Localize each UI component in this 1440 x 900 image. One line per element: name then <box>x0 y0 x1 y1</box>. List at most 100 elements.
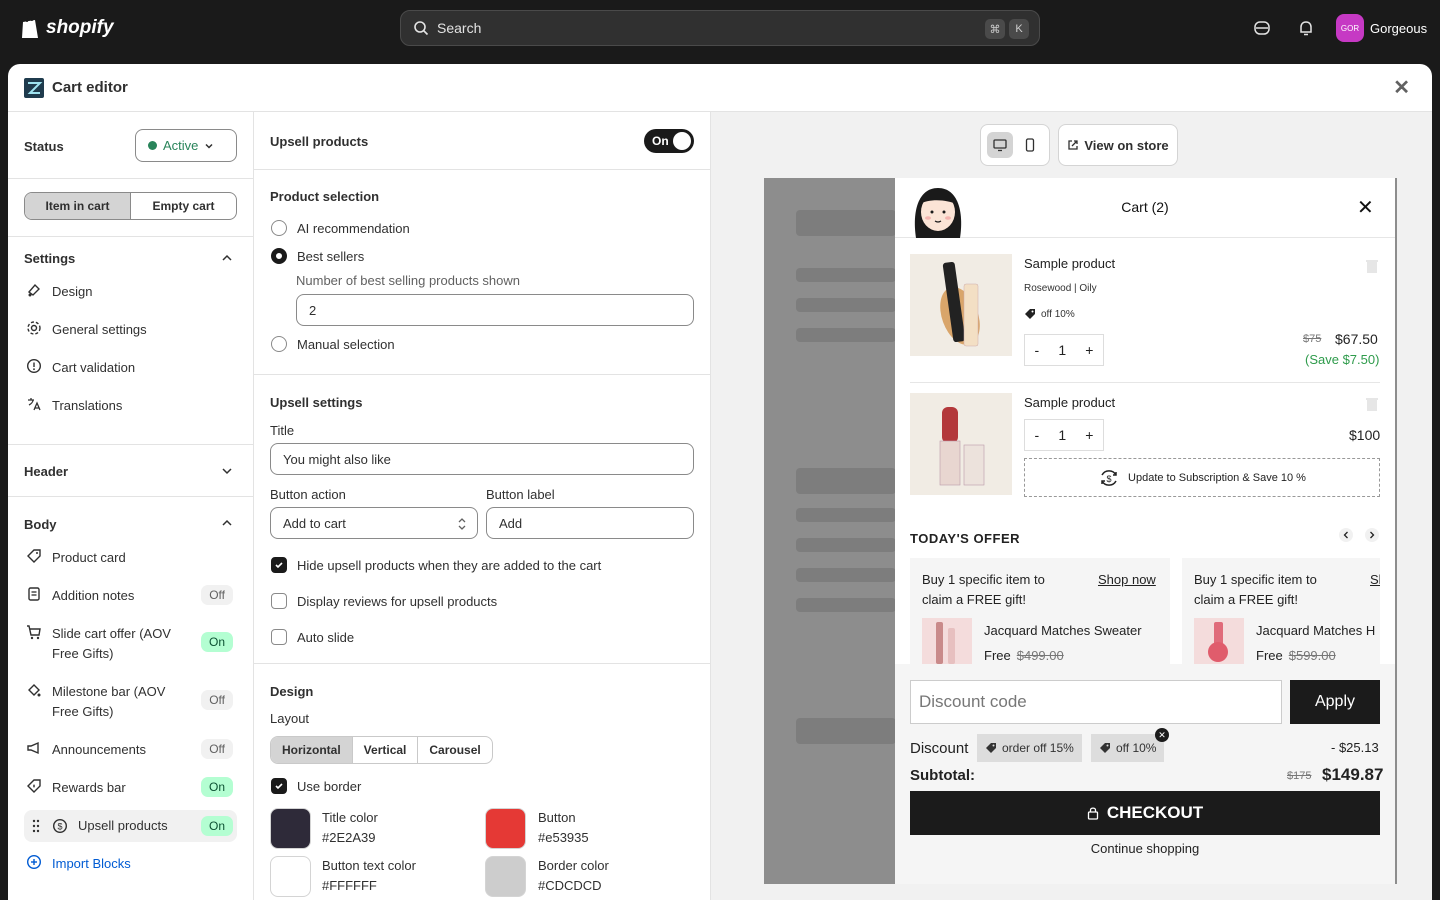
button-label-label: Button label <box>486 487 555 502</box>
button-label-input[interactable]: Add <box>486 507 694 539</box>
increase-button[interactable]: + <box>1085 342 1093 358</box>
sidekick-icon[interactable] <box>1252 18 1272 38</box>
continue-shopping-link[interactable]: Continue shopping <box>895 841 1395 856</box>
layout-options: Horizontal Vertical Carousel <box>270 736 493 764</box>
shopify-bag-icon <box>22 17 38 38</box>
svg-text:$: $ <box>1107 474 1112 484</box>
nav-addition-notes[interactable]: Addition notes Off <box>24 584 237 606</box>
old-price: $75 <box>1303 333 1322 345</box>
decrease-button[interactable]: - <box>1035 427 1040 443</box>
radio-ai-recommendation[interactable]: AI recommendation <box>271 220 410 236</box>
button-action-select[interactable]: Add to cart <box>270 507 478 539</box>
cart-title: Cart (2) <box>1121 199 1169 215</box>
search-placeholder: Search <box>437 20 482 36</box>
left-sidebar: Status Active Item in cart Empty cart Se… <box>8 112 254 900</box>
nav-translations[interactable]: Translations <box>24 394 237 416</box>
checkbox-use-border[interactable]: Use border <box>271 778 361 794</box>
close-icon[interactable]: ✕ <box>1393 78 1410 98</box>
savings-text: (Save $7.50) <box>1305 352 1380 367</box>
chevron-right-icon[interactable] <box>1365 528 1379 545</box>
drag-handle-icon[interactable] <box>30 816 42 836</box>
chevron-up-icon[interactable] <box>221 252 233 264</box>
chevron-down-icon <box>205 143 213 149</box>
nav-upsell-products[interactable]: $ Upsell products On <box>24 810 237 842</box>
offer-product-image <box>1194 618 1244 668</box>
status-badge: Off <box>201 690 233 710</box>
offer-price: Free $599.00 <box>1256 648 1336 663</box>
product-image[interactable] <box>910 254 1012 356</box>
nav-announcements[interactable]: Announcements Off <box>24 738 237 760</box>
status-badge: Off <box>201 739 233 759</box>
subscription-upgrade-button[interactable]: $ Update to Subscription & Save 10 % <box>1024 458 1380 497</box>
upsell-toggle[interactable]: On <box>644 129 694 153</box>
title-color-label: Title color #2E2A39 <box>322 810 378 845</box>
checkbox-hide-upsell[interactable]: Hide upsell products when they are added… <box>271 557 601 573</box>
cart-drawer: Cart (2) ✕ Sample product Rosewood | Oil… <box>895 178 1395 884</box>
nav-general-settings[interactable]: General settings <box>24 318 237 340</box>
nav-slide-cart-offer[interactable]: Slide cart offer (AOV Free Gifts) On <box>24 622 237 664</box>
product-image[interactable] <box>910 393 1012 495</box>
title-input[interactable]: You might also like <box>270 443 694 475</box>
product-price: $100 <box>1349 427 1381 443</box>
plus-circle-icon <box>24 852 44 872</box>
num-best-sellers-input[interactable]: 2 <box>296 294 694 326</box>
status-select[interactable]: Active <box>135 129 237 162</box>
discount-amount: - $25.13 <box>1331 740 1379 755</box>
increase-button[interactable]: + <box>1085 427 1093 443</box>
tab-empty-cart[interactable]: Empty cart <box>131 193 236 219</box>
external-link-icon <box>1068 140 1078 150</box>
title-color-swatch[interactable] <box>270 808 311 849</box>
nav-design[interactable]: Design <box>24 280 237 302</box>
bell-icon[interactable] <box>1296 18 1316 38</box>
remove-discount-icon[interactable]: ✕ <box>1155 728 1169 742</box>
chevron-up-icon[interactable] <box>221 517 233 529</box>
quantity-value: 1 <box>1058 342 1067 358</box>
nav-cart-validation[interactable]: Cart validation <box>24 356 237 378</box>
header-section-title[interactable]: Header <box>24 464 68 479</box>
num-best-sellers-label: Number of best selling products shown <box>296 273 521 288</box>
layout-carousel[interactable]: Carousel <box>418 737 491 763</box>
product-name[interactable]: Sample product <box>1024 395 1115 410</box>
view-on-store-button[interactable]: View on store <box>1058 124 1178 166</box>
tab-item-in-cart[interactable]: Item in cart <box>25 193 131 219</box>
nav-rewards-bar[interactable]: Rewards bar On <box>24 776 237 798</box>
product-name[interactable]: Sample product <box>1024 256 1115 271</box>
discount-tag: order off 15% <box>977 734 1082 762</box>
checkbox-display-reviews[interactable]: Display reviews for upsell products <box>271 593 497 609</box>
checkbox-auto-slide[interactable]: Auto slide <box>271 629 354 645</box>
mobile-icon[interactable] <box>1017 132 1043 158</box>
kbd-cmd: ⌘ <box>985 19 1005 39</box>
quantity-stepper[interactable]: - 1 + <box>1024 334 1104 366</box>
search-bar[interactable]: Search ⌘ K <box>400 10 1040 46</box>
radio-manual-selection[interactable]: Manual selection <box>271 336 395 352</box>
dollar-circle-icon: $ <box>50 816 70 836</box>
shopify-logo[interactable]: shopify <box>20 16 114 40</box>
decrease-button[interactable]: - <box>1035 342 1040 358</box>
radio-best-sellers[interactable]: Best sellers <box>271 248 364 264</box>
button-text-color-swatch[interactable] <box>270 856 311 897</box>
design-section-title: Design <box>270 684 314 699</box>
trash-icon[interactable] <box>1365 396 1379 412</box>
settings-section-title[interactable]: Settings <box>24 251 75 266</box>
discount-code-input[interactable]: Discount code <box>910 680 1282 724</box>
chevron-down-icon[interactable] <box>221 465 233 477</box>
border-color-swatch[interactable] <box>485 856 526 897</box>
layout-vertical[interactable]: Vertical <box>353 737 419 763</box>
store-menu[interactable]: GOR Gorgeous <box>1336 14 1427 42</box>
shop-now-link[interactable]: Shop now <box>1098 572 1156 587</box>
layout-horizontal[interactable]: Horizontal <box>271 737 353 763</box>
close-icon[interactable]: ✕ <box>1357 198 1374 218</box>
nav-milestone-bar[interactable]: Milestone bar (AOV Free Gifts) Off <box>24 680 237 722</box>
trash-icon[interactable] <box>1365 258 1379 274</box>
apply-button[interactable]: Apply <box>1290 680 1380 724</box>
button-color-swatch[interactable] <box>485 808 526 849</box>
checkout-button[interactable]: CHECKOUT <box>910 791 1380 835</box>
import-blocks-link[interactable]: Import Blocks <box>24 852 237 874</box>
chevron-left-icon[interactable] <box>1339 528 1353 545</box>
body-section-title[interactable]: Body <box>24 517 57 532</box>
desktop-icon[interactable] <box>987 132 1013 158</box>
discount-label: Discount <box>910 740 969 757</box>
quantity-stepper[interactable]: - 1 + <box>1024 419 1104 451</box>
nav-product-card[interactable]: Product card <box>24 546 237 568</box>
shop-now-link[interactable]: Sl <box>1370 572 1380 587</box>
